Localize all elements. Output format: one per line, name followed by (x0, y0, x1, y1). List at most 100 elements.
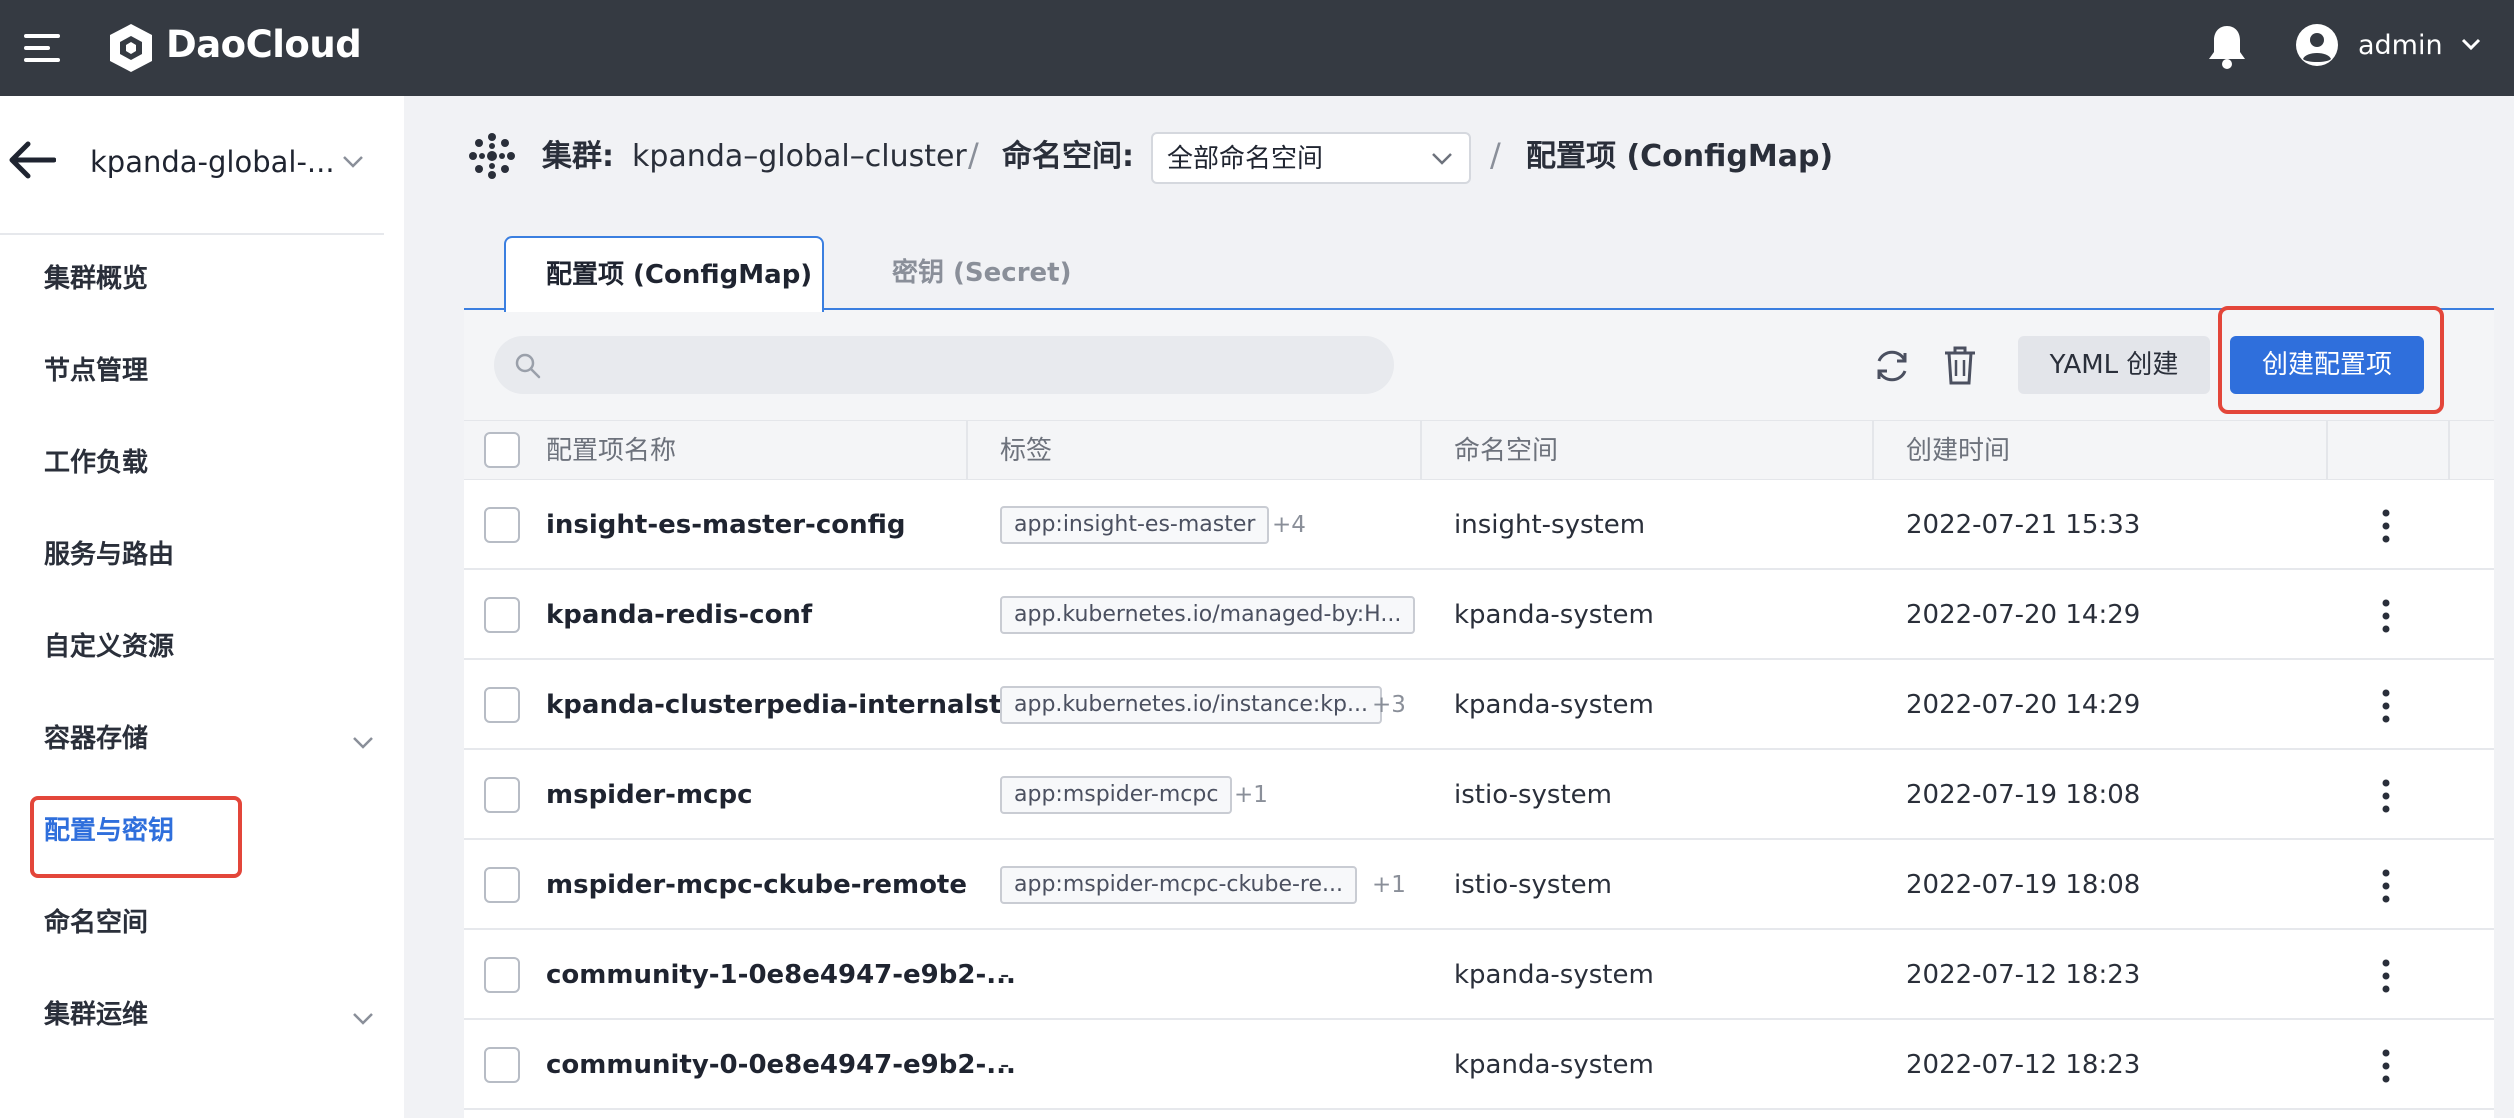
created-time-cell: 2022-07-12 18:23 (1906, 1050, 2141, 1080)
more-vertical-icon[interactable] (2380, 688, 2392, 724)
sidebar-divider (0, 233, 384, 235)
back-arrow-icon[interactable] (8, 140, 56, 180)
more-vertical-icon[interactable] (2380, 958, 2392, 994)
namespace-select[interactable]: 全部命名空间 (1151, 132, 1471, 184)
tab-secret[interactable]: 密钥 (Secret) (892, 256, 1071, 290)
configmap-name-link[interactable]: kpanda-clusterpedia-internalst... (546, 688, 1031, 722)
breadcrumb-separator: / (1490, 136, 1501, 174)
configmap-name-link[interactable]: mspider-mcpc-ckube-remote (546, 868, 967, 902)
breadcrumb-cluster-value[interactable]: kpanda–global–cluster (632, 138, 967, 176)
namespace-cell: kpanda-system (1454, 960, 1654, 990)
sidebar-item-storage[interactable]: 容器存储 (44, 722, 148, 756)
bell-icon[interactable] (2206, 22, 2248, 70)
namespace-cell: istio-system (1454, 870, 1612, 900)
menu-icon[interactable] (24, 34, 60, 62)
sidebar-item-namespaces[interactable]: 命名空间 (44, 906, 148, 940)
empty-labels-cell: - (1000, 1050, 1010, 1080)
yaml-create-button[interactable]: YAML 创建 (2018, 336, 2210, 394)
sidebar-item-custom-resources[interactable]: 自定义资源 (44, 630, 174, 664)
more-vertical-icon[interactable] (2380, 868, 2392, 904)
sidebar-item-nodes[interactable]: 节点管理 (44, 354, 148, 388)
more-labels-count[interactable]: +4 (1272, 510, 1306, 540)
configmap-name-link[interactable]: community-1-0e8e4947-e9b2-... (546, 958, 1016, 992)
search-icon (515, 353, 541, 379)
column-divider (2448, 421, 2450, 481)
top-bar: DaoCloud admin (0, 0, 2514, 96)
column-header-labels[interactable]: 标签 (1000, 435, 1052, 467)
chevron-down-icon[interactable] (352, 1012, 374, 1026)
table-row[interactable]: community-1-0e8e4947-e9b2-... - kpanda-s… (464, 930, 2494, 1020)
daocloud-logo (110, 24, 152, 72)
column-divider (1872, 421, 1874, 481)
namespace-select-value: 全部命名空间 (1167, 144, 1324, 174)
label-tag: app.kubernetes.io/managed-by:H... (1000, 596, 1416, 634)
more-labels-count[interactable]: +1 (1372, 870, 1406, 900)
column-header-created[interactable]: 创建时间 (1906, 435, 2010, 467)
breadcrumb-current: 配置项 (ConfigMap) (1526, 139, 1834, 174)
created-time-cell: 2022-07-19 18:08 (1906, 870, 2141, 900)
row-checkbox[interactable] (484, 687, 520, 723)
column-header-name[interactable]: 配置项名称 (546, 435, 676, 467)
created-time-cell: 2022-07-21 15:33 (1906, 510, 2141, 540)
configmap-name-link[interactable]: mspider-mcpc (546, 778, 752, 812)
namespace-cell: istio-system (1454, 780, 1612, 810)
user-name[interactable]: admin (2358, 29, 2443, 63)
table-row[interactable]: mspider-mcpc app:mspider-mcpc +1 istio-s… (464, 750, 2494, 840)
created-time-cell: 2022-07-20 14:29 (1906, 600, 2141, 630)
column-header-namespace[interactable]: 命名空间 (1454, 435, 1558, 467)
table-row[interactable]: mspider-mcpc-ckube-remote app:mspider-mc… (464, 840, 2494, 930)
table-row[interactable]: kpanda-redis-conf app.kubernetes.io/mana… (464, 570, 2494, 660)
breadcrumb-namespace-label: 命名空间: (1002, 139, 1134, 174)
configmap-name-link[interactable]: community-0-0e8e4947-e9b2-... (546, 1048, 1016, 1082)
sidebar-item-services[interactable]: 服务与路由 (44, 538, 174, 572)
row-checkbox[interactable] (484, 507, 520, 543)
table-row[interactable]: kpanda-clusterpedia-internalst... app.ku… (464, 660, 2494, 750)
table-header: 配置项名称 标签 命名空间 创建时间 (464, 420, 2494, 481)
user-avatar-icon[interactable] (2295, 23, 2339, 67)
namespace-cell: kpanda-system (1454, 690, 1654, 720)
tab-configmap-label: 配置项 (ConfigMap) (546, 260, 813, 290)
trash-icon[interactable] (1942, 344, 1978, 386)
column-divider (2326, 421, 2328, 481)
created-time-cell: 2022-07-20 14:29 (1906, 690, 2141, 720)
sidebar-item-workloads[interactable]: 工作负载 (44, 446, 148, 480)
highlight-box (2218, 306, 2444, 414)
label-tag: app:mspider-mcpc (1000, 776, 1233, 814)
more-labels-count[interactable]: +1 (1234, 780, 1268, 810)
row-checkbox[interactable] (484, 777, 520, 813)
cluster-switcher[interactable]: kpanda-global-... (90, 144, 335, 180)
refresh-icon[interactable] (1872, 346, 1912, 386)
row-checkbox[interactable] (484, 597, 520, 633)
more-vertical-icon[interactable] (2380, 778, 2392, 814)
tab-configmap[interactable]: 配置项 (ConfigMap) (504, 236, 824, 312)
more-vertical-icon[interactable] (2380, 1048, 2392, 1084)
chevron-down-icon (1432, 153, 1452, 165)
table-row[interactable]: community-0-0e8e4947-e9b2-... - kpanda-s… (464, 1020, 2494, 1110)
search-input[interactable] (494, 336, 1394, 394)
table-row[interactable]: insight-es-master-config app:insight-es-… (464, 480, 2494, 570)
chevron-down-icon[interactable] (342, 155, 364, 169)
created-time-cell: 2022-07-12 18:23 (1906, 960, 2141, 990)
more-labels-count[interactable]: +3 (1372, 690, 1406, 720)
row-checkbox[interactable] (484, 867, 520, 903)
chevron-down-icon[interactable] (352, 736, 374, 750)
breadcrumb-cluster-label: 集群: (542, 139, 614, 174)
select-all-checkbox[interactable] (484, 432, 520, 468)
row-checkbox[interactable] (484, 957, 520, 993)
configmap-name-link[interactable]: insight-es-master-config (546, 508, 906, 542)
namespace-cell: insight-system (1454, 510, 1646, 540)
chevron-down-icon[interactable] (2460, 36, 2482, 52)
row-checkbox[interactable] (484, 1047, 520, 1083)
configmap-name-link[interactable]: kpanda-redis-conf (546, 598, 812, 632)
breadcrumb-separator: / (968, 136, 979, 174)
more-vertical-icon[interactable] (2380, 508, 2392, 544)
highlight-box (30, 796, 242, 878)
label-tag: app:mspider-mcpc-ckube-re... (1000, 866, 1358, 904)
more-vertical-icon[interactable] (2380, 598, 2392, 634)
column-divider (966, 421, 968, 481)
namespace-cell: kpanda-system (1454, 1050, 1654, 1080)
sidebar-item-cluster-ops[interactable]: 集群运维 (44, 998, 148, 1032)
column-divider (1420, 421, 1422, 481)
cluster-icon (469, 133, 515, 179)
sidebar-item-cluster-overview[interactable]: 集群概览 (44, 262, 148, 296)
